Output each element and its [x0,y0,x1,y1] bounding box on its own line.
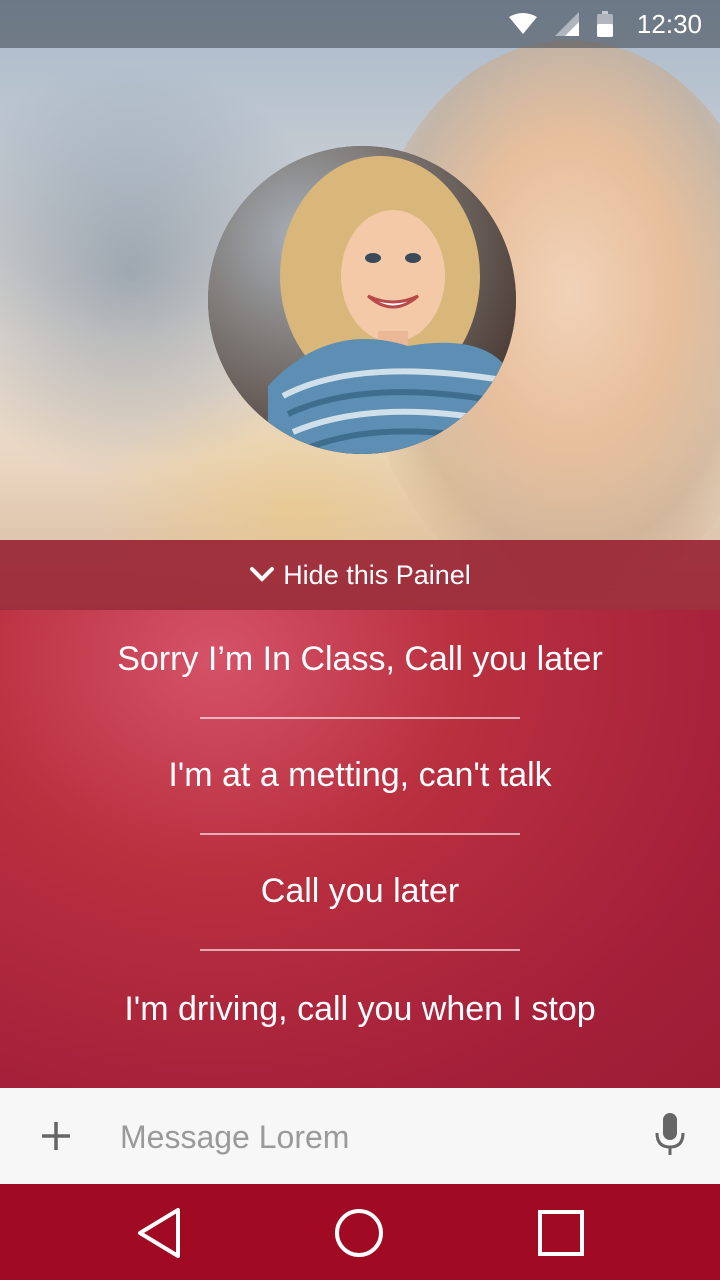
reply-divider [200,717,520,719]
quick-reply-item[interactable]: I'm driving, call you when I stop [0,990,720,1029]
quick-replies-panel: Sorry I’m In Class, Call you later I'm a… [0,610,720,1088]
reply-divider [200,833,520,835]
status-bar: 12:30 [0,0,720,48]
navigation-bar [0,1184,720,1280]
quick-reply-item[interactable]: Sorry I’m In Class, Call you later [0,640,720,679]
battery-icon [596,11,613,37]
back-icon[interactable] [132,1208,188,1258]
message-composer [0,1088,720,1184]
home-icon[interactable] [332,1208,388,1258]
signal-icon [554,12,579,36]
microphone-icon[interactable] [652,1113,688,1157]
contact-photo [208,146,516,454]
message-input[interactable] [118,1106,622,1168]
hide-panel-button[interactable]: Hide this Painel [0,540,720,610]
wifi-icon [508,13,537,34]
contact-avatar[interactable] [208,146,516,454]
chevron-down-icon [250,567,275,582]
recents-icon[interactable] [534,1208,590,1258]
status-time: 12:30 [636,8,702,39]
plus-icon[interactable] [38,1116,74,1156]
quick-reply-item[interactable]: Call you later [0,872,720,911]
quick-reply-item[interactable]: I'm at a metting, can't talk [0,756,720,795]
hide-panel-label: Hide this Painel [283,559,471,590]
reply-divider [200,949,520,951]
